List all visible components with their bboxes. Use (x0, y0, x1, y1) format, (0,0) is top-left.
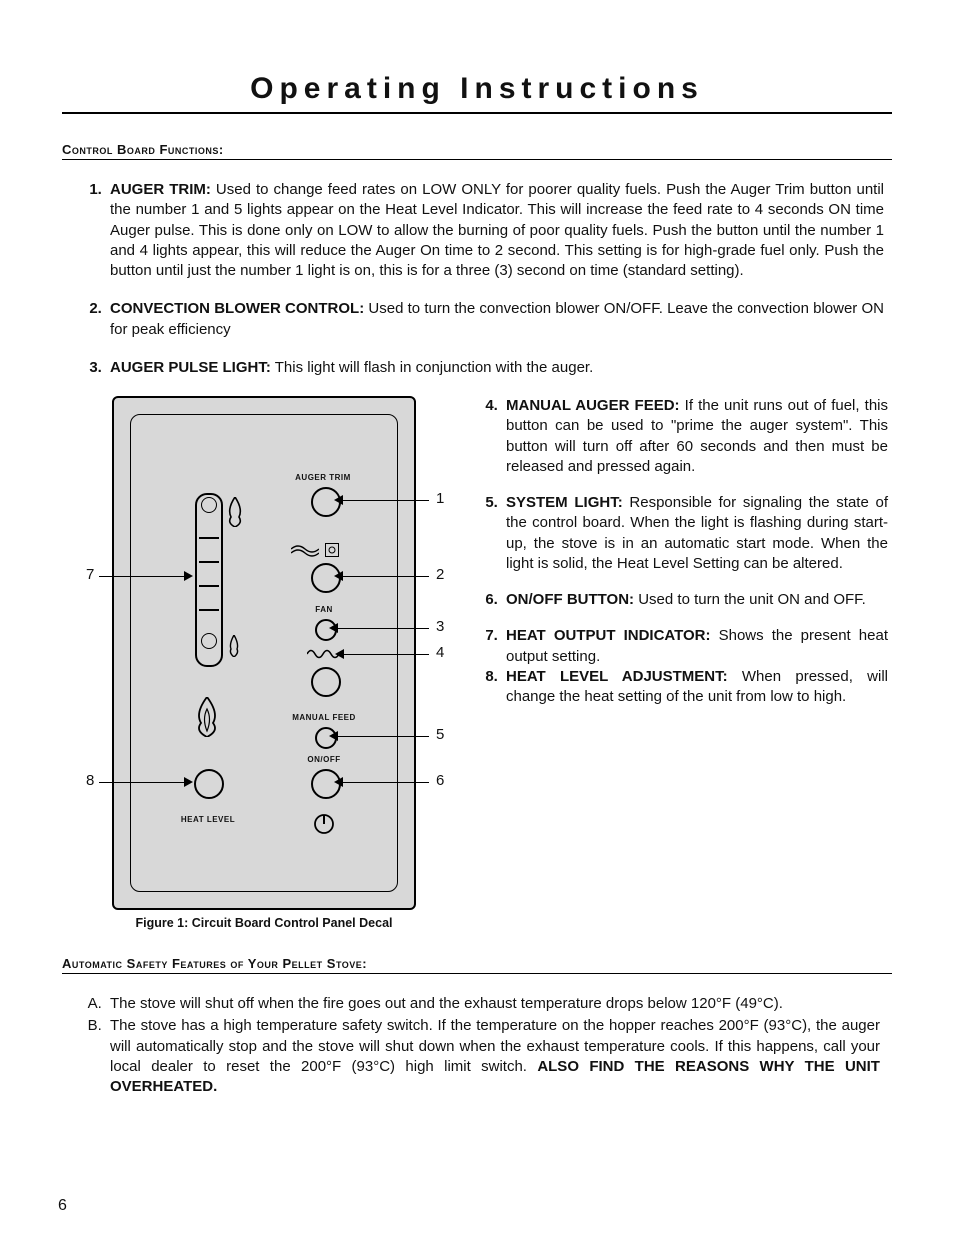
flame-small-icon (227, 635, 241, 657)
term-3: AUGER PULSE LIGHT: (110, 359, 271, 376)
label-manual-feed: MANUAL FEED (279, 713, 369, 722)
item-onoff: ON/OFF BUTTON: Used to turn the unit ON … (502, 590, 888, 610)
item-system-light: SYSTEM LIGHT: Responsible for signaling … (502, 493, 888, 574)
label-onoff: ON/OFF (299, 755, 349, 764)
item-auger-pulse: AUGER PULSE LIGHT: This light will flash… (106, 358, 884, 378)
callout-8: 8 (86, 772, 94, 789)
callout-1: 1 (436, 490, 444, 507)
item-heat-output: HEAT OUTPUT INDICATOR: Shows the present… (502, 626, 888, 667)
item-heat-level: HEAT LEVEL ADJUSTMENT: When pressed, wil… (502, 667, 888, 708)
callout-7: 7 (86, 566, 94, 583)
term-6: ON/OFF BUTTON: (506, 591, 634, 608)
flame-large-icon (225, 497, 245, 527)
power-icon (313, 813, 335, 835)
safety-heading: Automatic Safety Features of Your Pellet… (62, 956, 892, 974)
control-board-heading: Control Board Functions: (62, 142, 892, 160)
safety-a: The stove will shut off when the fire go… (106, 994, 880, 1014)
page-number: 6 (58, 1197, 67, 1215)
term-8: HEAT LEVEL ADJUSTMENT: (506, 668, 728, 685)
callout-2: 2 (436, 566, 444, 583)
callout-4: 4 (436, 644, 444, 661)
swirl-icon (291, 543, 319, 559)
callout-3: 3 (436, 618, 444, 635)
item-manual-auger: MANUAL AUGER FEED: If the unit runs out … (502, 396, 888, 477)
item-convection-blower: CONVECTION BLOWER CONTROL: Used to turn … (106, 299, 884, 340)
term-5: SYSTEM LIGHT: (506, 494, 623, 511)
callout-6: 6 (436, 772, 444, 789)
term-4: MANUAL AUGER FEED: (506, 397, 680, 414)
body-3: This light will flash in conjunction wit… (271, 359, 593, 376)
term-1: AUGER TRIM: (110, 181, 211, 198)
body-6: Used to turn the unit ON and OFF. (634, 591, 866, 608)
label-fan: FAN (309, 605, 339, 614)
target-icon (325, 543, 339, 557)
btn-manual-feed (311, 667, 341, 697)
body-1: Used to change feed rates on LOW ONLY fo… (110, 181, 884, 279)
safety-b: The stove has a high temperature safety … (106, 1016, 880, 1097)
label-heat-level: HEAT LEVEL (173, 815, 243, 824)
label-auger-trim: AUGER TRIM (283, 473, 363, 482)
heat-output-indicator (195, 493, 223, 667)
flame-icon (193, 697, 221, 737)
term-2: CONVECTION BLOWER CONTROL: (110, 300, 364, 317)
control-panel-decal: AUGER TRIM FAN MANUAL FEED (112, 396, 416, 910)
term-7: HEAT OUTPUT INDICATOR: (506, 627, 711, 644)
page-title: Operating Instructions (62, 72, 892, 114)
callout-5: 5 (436, 726, 444, 743)
item-auger-trim: AUGER TRIM: Used to change feed rates on… (106, 180, 884, 281)
btn-heat-level (194, 769, 224, 799)
figure-caption: Figure 1: Circuit Board Control Panel De… (58, 916, 470, 930)
